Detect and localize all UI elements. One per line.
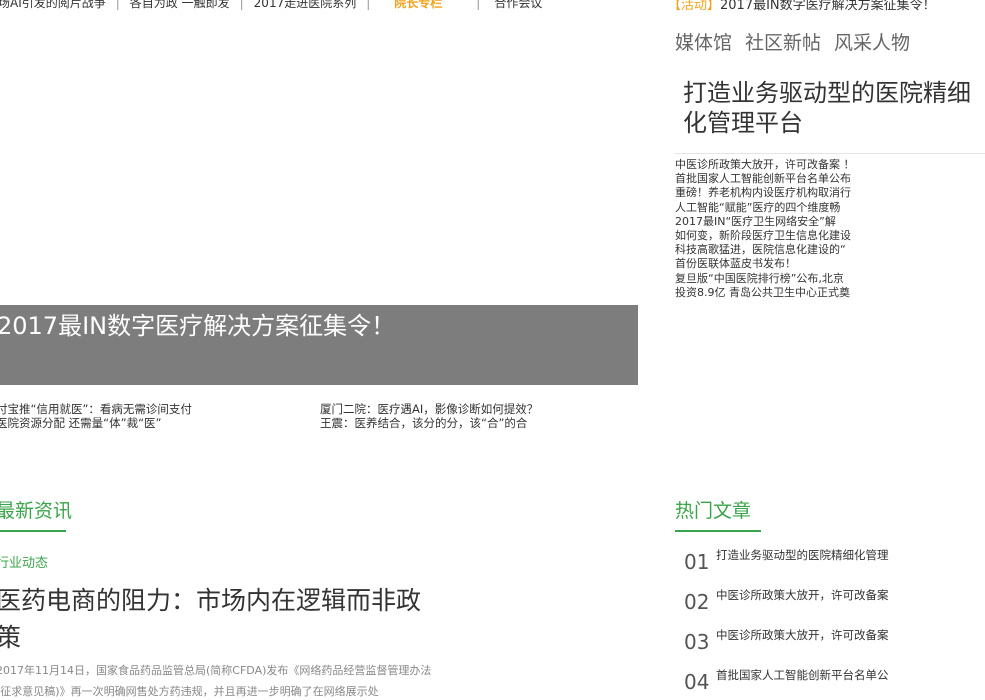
top-nav-link[interactable]: 各自为政 一触即发 [130, 0, 230, 11]
activity-link[interactable]: 【活动】2017最IN数字医疗解决方案征集令！ [668, 0, 936, 13]
hot-article-item[interactable]: 01 打造业务驱动型的医院精细化管理 [684, 546, 889, 586]
hot-article-item[interactable]: 04 首批国家人工智能创新平台名单公 [684, 666, 889, 700]
hot-article-title[interactable]: 首批国家人工智能创新平台名单公 [716, 666, 889, 684]
heading-underline [675, 530, 761, 532]
list-item[interactable]: 人工智能“赋能”医疗的四个维度畅 [675, 201, 855, 215]
rank-number: 03 [684, 630, 710, 654]
news-link[interactable]: 王震：医养结合，该分的分，该“合”的合 [320, 416, 538, 430]
tab-community-posts[interactable]: 社区新帖 [745, 28, 821, 55]
latest-news-heading: 最新资讯 [0, 500, 73, 522]
list-item[interactable]: 重磅！养老机构内设医疗机构取消行 [675, 186, 855, 200]
activity-tag: 【活动】 [668, 0, 721, 13]
news-link[interactable]: 付宝推“信用就医”：看病无需诊间支付 [0, 402, 192, 416]
top-nav: 场AI引发的阅片战争 | 各自为政 一触即发 | 2017走进医院系列 | 院长… [0, 0, 542, 11]
news-link[interactable]: 医院资源分配 还需量“体”裁“医” [0, 416, 192, 430]
list-item[interactable]: 科技高歌猛进，医院信息化建设的“ [675, 243, 855, 257]
list-item[interactable]: 首批国家人工智能创新平台名单公布 [675, 172, 855, 186]
divider [675, 153, 985, 154]
hot-article-item[interactable]: 03 中医诊所政策大放开，许可改备案 [684, 626, 889, 666]
list-item[interactable]: 如何变，新阶段医疗卫生信息化建设 [675, 229, 855, 243]
banner-links-left: 付宝推“信用就医”：看病无需诊间支付 医院资源分配 还需量“体”裁“医” [0, 402, 192, 430]
top-nav-highlight-link[interactable]: 院长专栏 [394, 0, 442, 11]
list-item[interactable]: 2017最IN“医疗卫生网络安全”解 [675, 215, 855, 229]
hot-article-title[interactable]: 打造业务驱动型的医院精细化管理 [716, 546, 889, 564]
top-nav-link[interactable]: 合作会议 [494, 0, 542, 11]
tab-people[interactable]: 风采人物 [834, 28, 910, 55]
feature-headline-link[interactable]: 打造业务驱动型的医院精细化管理平台 [683, 78, 978, 138]
hot-article-item[interactable]: 02 中医诊所政策大放开，许可改备案 [684, 586, 889, 626]
list-item[interactable]: 复旦版“中国医院排行榜”公布,北京 [675, 272, 855, 286]
hot-articles-heading: 热门文章 [675, 500, 752, 522]
tab-media-hall[interactable]: 媒体馆 [675, 28, 732, 55]
news-link[interactable]: 厦门二院：医疗遇AI，影像诊断如何提效？ [320, 402, 538, 416]
banner-title[interactable]: 2017最IN数字医疗解决方案征集令！ [0, 306, 395, 341]
hot-article-title[interactable]: 中医诊所政策大放开，许可改备案 [716, 586, 889, 604]
nav-separator: | [366, 0, 371, 10]
article-excerpt: 2017年11月14日，国家食品药品监管总局(简称CFDA)发布《网络药品经营监… [0, 664, 432, 698]
heading-underline [0, 530, 66, 532]
article-title-link[interactable]: 医药电商的阻力：市场内在逻辑而非政策 [0, 582, 436, 656]
top-nav-link[interactable]: 场AI引发的阅片战争 [0, 0, 106, 11]
top-nav-link[interactable]: 2017走进医院系列 [254, 0, 357, 11]
category-link[interactable]: 行业动态 [0, 552, 48, 571]
rank-number: 02 [684, 590, 710, 614]
banner-links-right: 厦门二院：医疗遇AI，影像诊断如何提效？ 王震：医养结合，该分的分，该“合”的合 [320, 402, 538, 430]
rank-number: 04 [684, 670, 710, 694]
rank-number: 01 [684, 550, 710, 574]
hot-articles-list: 01 打造业务驱动型的医院精细化管理 02 中医诊所政策大放开，许可改备案 03… [684, 546, 889, 700]
list-item[interactable]: 首份医联体蓝皮书发布！ [675, 257, 855, 271]
nav-separator: | [115, 0, 120, 10]
activity-text: 2017最IN数字医疗解决方案征集令！ [720, 0, 936, 13]
section-tabs: 媒体馆 社区新帖 风采人物 [675, 28, 910, 55]
list-item[interactable]: 中医诊所政策大放开，许可改备案 ！ [675, 158, 855, 172]
nav-separator: | [239, 0, 244, 10]
right-news-list: 中医诊所政策大放开，许可改备案 ！ 首批国家人工智能创新平台名单公布 重磅！养老… [675, 158, 855, 300]
nav-separator: | [476, 0, 481, 10]
hot-article-title[interactable]: 中医诊所政策大放开，许可改备案 [716, 626, 889, 644]
list-item[interactable]: 投资8.9亿 青岛公共卫生中心正式奠 [675, 286, 855, 300]
